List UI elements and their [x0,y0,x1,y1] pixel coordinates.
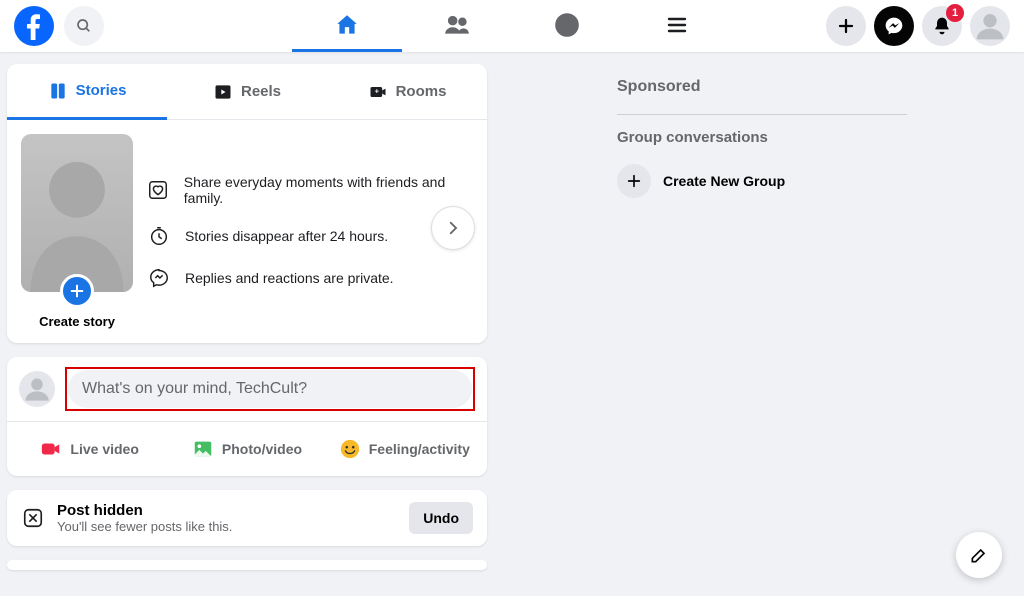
undo-button[interactable]: Undo [409,502,473,534]
photo-video-button[interactable]: Photo/video [168,430,325,468]
menu-icon [665,13,689,37]
nav-groups[interactable] [512,0,622,52]
x-box-icon [22,507,44,529]
new-message-fab[interactable] [956,532,1002,578]
post-hidden-subtitle: You'll see fewer posts like this. [57,519,397,534]
chevron-right-icon [444,219,462,237]
heart-card-icon [147,179,169,201]
sponsored-header: Sponsored [617,78,907,96]
media-tabs: Stories Reels + Rooms [7,64,487,120]
search-icon [76,18,92,34]
composer-card: What's on your mind, TechCult? Live vide… [7,357,487,476]
create-story-label: Create story [21,314,133,329]
notification-badge: 1 [946,4,964,22]
create-story-plus [60,274,94,308]
create-story-tile[interactable]: Create story [21,134,133,329]
tab-stories[interactable]: Stories [7,64,167,120]
topbar-right: 1 [826,6,1010,46]
tab-rooms-label: Rooms [396,83,447,100]
avatar-icon [23,375,51,403]
stories-icon [48,81,68,101]
feeling-label: Feeling/activity [369,441,470,457]
feeling-button[interactable]: Feeling/activity [326,430,483,468]
photo-video-label: Photo/video [222,441,302,457]
live-video-button[interactable]: Live video [11,430,168,468]
plus-icon [837,17,855,35]
plus-icon [626,173,642,189]
composer-highlight-box: What's on your mind, TechCult? [65,367,475,411]
reels-icon [213,82,233,102]
story-info-text-1: Share everyday moments with friends and … [184,174,473,206]
feeling-icon [339,438,361,460]
tab-reels-label: Reels [241,83,281,100]
stories-info: Share everyday moments with friends and … [147,134,473,329]
stories-card: Stories Reels + Rooms [7,64,487,343]
live-video-label: Live video [70,441,138,457]
messenger-outline-icon [148,267,170,289]
story-info-text-2: Stories disappear after 24 hours. [185,228,388,244]
right-column: Sponsored Group conversations Create New… [617,64,907,584]
create-new-group-button[interactable]: Create New Group [617,158,907,204]
search-button[interactable] [64,6,104,46]
create-button[interactable] [826,6,866,46]
facebook-logo[interactable] [14,6,54,46]
composer-avatar[interactable] [19,371,55,407]
tab-reels[interactable]: Reels [167,64,327,120]
groups-icon [554,12,580,38]
clock-icon [148,225,170,247]
rooms-icon: + [368,82,388,102]
post-hidden-card: Post hidden You'll see fewer posts like … [7,490,487,546]
story-info-text-3: Replies and reactions are private. [185,270,394,286]
topbar-center-nav [292,0,732,52]
notifications-button[interactable]: 1 [922,6,962,46]
post-hidden-title: Post hidden [57,502,397,519]
avatar-icon [974,10,1006,42]
create-new-group-label: Create New Group [663,173,785,189]
photo-icon [192,438,214,460]
live-video-icon [40,438,62,460]
next-card-peek [7,560,487,570]
feed-column: Stories Reels + Rooms [7,64,487,584]
messenger-icon [884,16,904,36]
svg-text:+: + [374,86,379,95]
composer-input[interactable]: What's on your mind, TechCult? [68,370,472,408]
stories-next-button[interactable] [431,206,475,250]
messenger-button[interactable] [874,6,914,46]
group-conversations-header: Group conversations [617,114,907,146]
plus-icon [69,283,85,299]
avatar-placeholder-icon [21,134,133,292]
compose-icon [969,545,989,565]
account-avatar[interactable] [970,6,1010,46]
nav-home[interactable] [292,0,402,52]
top-bar: 1 [0,0,1024,52]
friends-icon [444,12,470,38]
tab-stories-label: Stories [76,82,127,99]
home-icon [334,12,360,38]
topbar-left [14,6,104,46]
nav-menu[interactable] [622,0,732,52]
tab-rooms[interactable]: + Rooms [327,64,487,120]
nav-friends[interactable] [402,0,512,52]
